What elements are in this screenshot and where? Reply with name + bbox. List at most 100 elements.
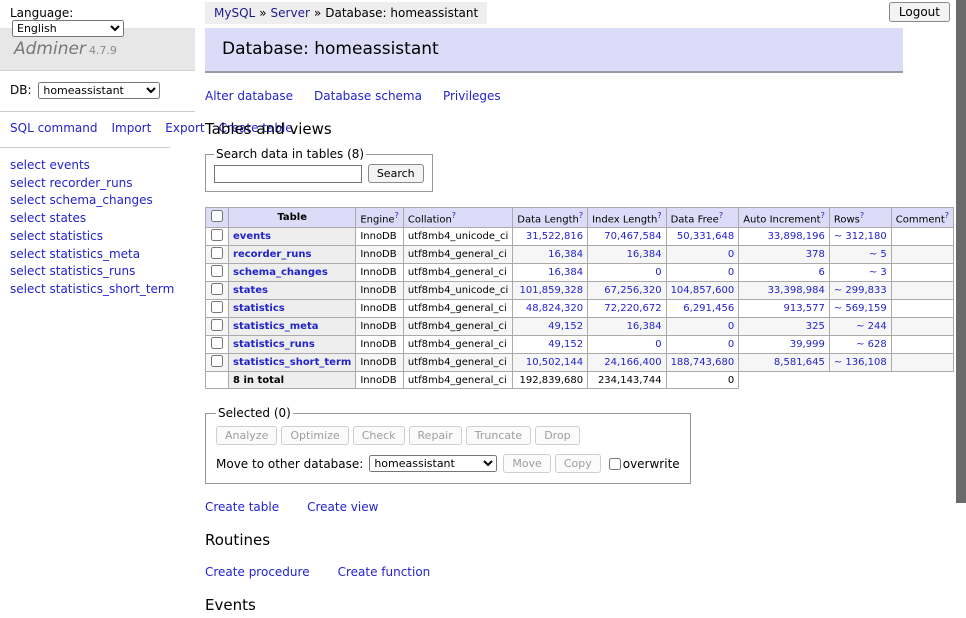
cell-index-length-link[interactable]: 16,384 xyxy=(627,249,662,260)
cell-data-length-link[interactable]: 10,502,144 xyxy=(526,357,583,368)
cell-data-free-link[interactable]: 188,743,680 xyxy=(671,357,735,368)
check-button[interactable]: Check xyxy=(353,426,405,445)
language-select[interactable]: English xyxy=(12,20,124,37)
sidebar-action-sql-command[interactable]: SQL command xyxy=(10,121,97,135)
row-checkbox-states[interactable] xyxy=(211,283,223,295)
cell-data-length-link[interactable]: 48,824,320 xyxy=(526,303,583,314)
cell-auto-increment-link[interactable]: 913,577 xyxy=(783,303,824,314)
create-table-link[interactable]: Create table xyxy=(205,500,279,514)
help-icon[interactable]: ? xyxy=(945,211,949,220)
cell-auto-increment-link[interactable]: 325 xyxy=(806,321,825,332)
cell-data-length-link[interactable]: 49,152 xyxy=(548,321,583,332)
help-icon[interactable]: ? xyxy=(821,211,825,220)
table-link-statistics[interactable]: statistics xyxy=(49,229,103,243)
copy-button[interactable]: Copy xyxy=(555,454,601,473)
help-icon[interactable]: ? xyxy=(657,211,661,220)
select-link-events[interactable]: select xyxy=(10,158,46,172)
table-name-link-statistics_runs[interactable]: statistics_runs xyxy=(233,339,315,350)
row-checkbox-statistics[interactable] xyxy=(211,301,223,313)
table-name-link-schema_changes[interactable]: schema_changes xyxy=(233,267,328,278)
optimize-button[interactable]: Optimize xyxy=(281,426,348,445)
cell-rows-link[interactable]: ~ 5 xyxy=(869,249,887,260)
select-link-statistics_short_term[interactable]: select xyxy=(10,282,46,296)
row-checkbox-statistics_runs[interactable] xyxy=(211,337,223,349)
help-icon[interactable]: ? xyxy=(860,211,864,220)
cell-auto-increment-link[interactable]: 33,898,196 xyxy=(768,231,825,242)
cell-data-free-link[interactable]: 50,331,648 xyxy=(677,231,734,242)
repair-button[interactable]: Repair xyxy=(409,426,462,445)
nav-link-alter-database[interactable]: Alter database xyxy=(205,89,293,103)
search-input[interactable] xyxy=(214,165,362,183)
cell-index-length-link[interactable]: 24,166,400 xyxy=(604,357,661,368)
table-name-link-events[interactable]: events xyxy=(233,231,271,242)
select-link-statistics_runs[interactable]: select xyxy=(10,264,46,278)
cell-rows-link[interactable]: ~ 312,180 xyxy=(834,231,887,242)
search-button[interactable]: Search xyxy=(368,164,424,183)
nav-link-database-schema[interactable]: Database schema xyxy=(314,89,422,103)
cell-data-free-link[interactable]: 0 xyxy=(728,321,734,332)
cell-rows-link[interactable]: ~ 569,159 xyxy=(834,303,887,314)
db-select[interactable]: homeassistant xyxy=(38,82,160,99)
cell-data-length-link[interactable]: 16,384 xyxy=(548,249,583,260)
truncate-button[interactable]: Truncate xyxy=(466,426,531,445)
cell-index-length-link[interactable]: 70,467,584 xyxy=(604,231,661,242)
create-function-link[interactable]: Create function xyxy=(338,565,431,579)
sidebar-action-import[interactable]: Import xyxy=(111,121,151,135)
help-icon[interactable]: ? xyxy=(395,211,399,220)
cell-data-length-link[interactable]: 16,384 xyxy=(548,267,583,278)
cell-index-length-link[interactable]: 72,220,672 xyxy=(604,303,661,314)
scrollbar-thumb[interactable] xyxy=(956,0,966,503)
select-link-recorder_runs[interactable]: select xyxy=(10,176,46,190)
breadcrumb-link-mysql[interactable]: MySQL xyxy=(214,6,255,20)
nav-link-privileges[interactable]: Privileges xyxy=(443,89,501,103)
create-view-link[interactable]: Create view xyxy=(307,500,378,514)
cell-rows-link[interactable]: ~ 3 xyxy=(869,267,887,278)
select-link-statistics[interactable]: select xyxy=(10,229,46,243)
cell-index-length-link[interactable]: 16,384 xyxy=(627,321,662,332)
cell-data-free-link[interactable]: 104,857,600 xyxy=(671,285,735,296)
help-icon[interactable]: ? xyxy=(719,211,723,220)
row-checkbox-events[interactable] xyxy=(211,229,223,241)
select-link-schema_changes[interactable]: select xyxy=(10,193,46,207)
table-link-recorder_runs[interactable]: recorder_runs xyxy=(49,176,132,190)
cell-data-free-link[interactable]: 6,291,456 xyxy=(683,303,734,314)
cell-data-free-link[interactable]: 0 xyxy=(728,249,734,260)
move-database-select[interactable]: homeassistant xyxy=(369,455,497,472)
logout-button[interactable]: Logout xyxy=(889,2,950,22)
row-checkbox-statistics_short_term[interactable] xyxy=(211,355,223,367)
table-name-link-statistics[interactable]: statistics xyxy=(233,303,285,314)
cell-data-length-link[interactable]: 49,152 xyxy=(548,339,583,350)
help-icon[interactable]: ? xyxy=(452,211,456,220)
cell-rows-link[interactable]: ~ 628 xyxy=(856,339,887,350)
cell-auto-increment-link[interactable]: 33,398,984 xyxy=(768,285,825,296)
select-link-statistics_meta[interactable]: select xyxy=(10,247,46,261)
move-button[interactable]: Move xyxy=(503,454,551,473)
cell-index-length-link[interactable]: 0 xyxy=(655,339,661,350)
cell-data-free-link[interactable]: 0 xyxy=(728,339,734,350)
cell-data-length-link[interactable]: 31,522,816 xyxy=(526,231,583,242)
cell-auto-increment-link[interactable]: 8,581,645 xyxy=(774,357,825,368)
create-procedure-link[interactable]: Create procedure xyxy=(205,565,310,579)
table-link-statistics_meta[interactable]: statistics_meta xyxy=(49,247,140,261)
cell-data-length-link[interactable]: 101,859,328 xyxy=(519,285,583,296)
row-checkbox-statistics_meta[interactable] xyxy=(211,319,223,331)
overwrite-checkbox[interactable] xyxy=(609,458,621,470)
cell-auto-increment-link[interactable]: 378 xyxy=(806,249,825,260)
table-name-link-recorder_runs[interactable]: recorder_runs xyxy=(233,249,311,260)
table-link-statistics_short_term[interactable]: statistics_short_term xyxy=(49,282,174,296)
cell-rows-link[interactable]: ~ 136,108 xyxy=(834,357,887,368)
table-link-schema_changes[interactable]: schema_changes xyxy=(49,193,152,207)
row-checkbox-recorder_runs[interactable] xyxy=(211,247,223,259)
cell-data-free-link[interactable]: 0 xyxy=(728,267,734,278)
breadcrumb-link-server[interactable]: Server xyxy=(271,6,310,20)
table-link-statistics_runs[interactable]: statistics_runs xyxy=(49,264,135,278)
cell-rows-link[interactable]: ~ 299,833 xyxy=(834,285,887,296)
cell-auto-increment-link[interactable]: 6 xyxy=(818,267,824,278)
help-icon[interactable]: ? xyxy=(579,211,583,220)
cell-index-length-link[interactable]: 67,256,320 xyxy=(604,285,661,296)
cell-index-length-link[interactable]: 0 xyxy=(655,267,661,278)
select-link-states[interactable]: select xyxy=(10,211,46,225)
table-link-states[interactable]: states xyxy=(49,211,86,225)
table-name-link-statistics_short_term[interactable]: statistics_short_term xyxy=(233,357,351,368)
cell-auto-increment-link[interactable]: 39,999 xyxy=(790,339,825,350)
